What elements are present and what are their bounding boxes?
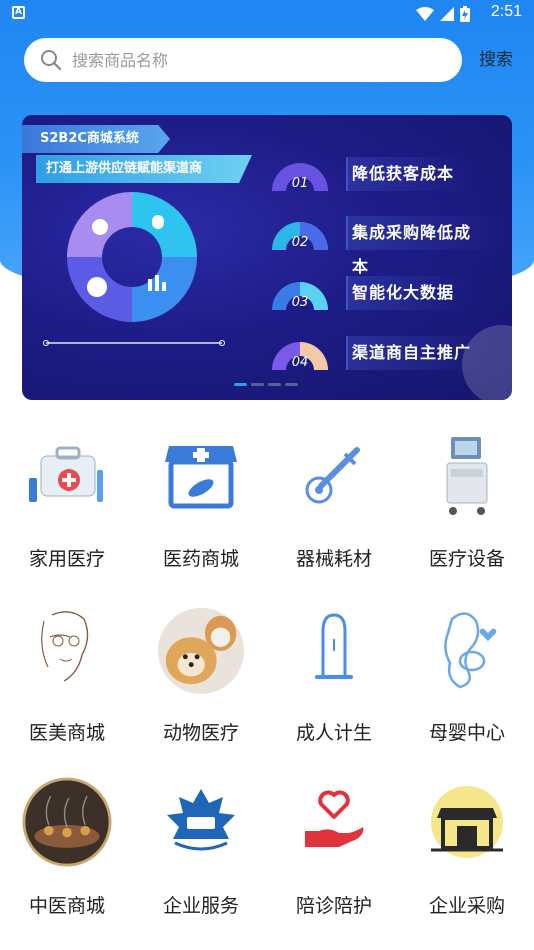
beauty-face-icon bbox=[22, 604, 112, 694]
category-adult-family-planning[interactable]: 成人计生 bbox=[267, 604, 401, 754]
hand-heart-icon bbox=[289, 777, 379, 867]
category-label: 企业服务 bbox=[162, 895, 239, 917]
category-animal-medical[interactable]: 动物医疗 bbox=[134, 604, 268, 754]
category-label: 陪诊陪护 bbox=[295, 895, 372, 917]
category-label: 动物医疗 bbox=[162, 722, 239, 744]
gauge-icon: 04 bbox=[272, 342, 328, 370]
category-enterprise-purchase[interactable]: 企业采购 bbox=[400, 777, 534, 927]
category-tcm-mall[interactable]: 中医商城 bbox=[0, 777, 134, 927]
svg-text:02: 02 bbox=[292, 235, 309, 250]
category-home-medical[interactable]: 家用医疗 bbox=[0, 430, 134, 580]
category-enterprise-service[interactable]: 企业服务 bbox=[134, 777, 268, 927]
pets-icon bbox=[156, 604, 246, 694]
category-label: 中医商城 bbox=[28, 895, 105, 917]
banner-item-3: 03 智能化大数据 bbox=[262, 274, 502, 314]
category-escort-care[interactable]: 陪诊陪护 bbox=[267, 777, 401, 927]
banner-ring-chart-icon bbox=[67, 192, 197, 322]
dropper-icon bbox=[289, 430, 379, 520]
category-label: 医药商城 bbox=[162, 548, 239, 570]
condom-icon bbox=[289, 604, 379, 694]
banner-item-label: 智能化大数据 bbox=[346, 276, 471, 310]
banner-item-2: 02 集成采购降低成本 bbox=[262, 214, 502, 276]
wifi-icon bbox=[416, 7, 434, 21]
category-label: 医美商城 bbox=[28, 722, 105, 744]
search-box[interactable] bbox=[24, 38, 462, 82]
svg-text:04: 04 bbox=[292, 355, 309, 370]
category-label: 母婴中心 bbox=[428, 722, 505, 744]
mother-baby-icon bbox=[422, 604, 512, 694]
search-row: 搜索 bbox=[24, 38, 524, 82]
status-icons bbox=[416, 6, 470, 22]
gauge-icon: 01 bbox=[272, 163, 328, 191]
banner-tag-title: S2B2C商城系统 bbox=[22, 125, 170, 153]
svg-text:01: 01 bbox=[292, 176, 309, 191]
pagination-dot[interactable] bbox=[268, 383, 281, 386]
category-mother-baby[interactable]: 母婴中心 bbox=[400, 604, 534, 754]
pagination-dot[interactable] bbox=[285, 383, 298, 386]
signal-icon bbox=[440, 7, 454, 21]
medical-kit-icon bbox=[22, 430, 112, 520]
category-medical-equipment[interactable]: 医疗设备 bbox=[400, 430, 534, 580]
category-label: 成人计生 bbox=[295, 722, 372, 744]
moxibustion-icon bbox=[22, 777, 112, 867]
category-label: 医疗设备 bbox=[428, 548, 505, 570]
banner-pagination[interactable] bbox=[234, 383, 298, 386]
storefront-icon bbox=[422, 777, 512, 867]
enterprise-maple-icon bbox=[156, 777, 246, 867]
category-label: 企业采购 bbox=[428, 895, 505, 917]
banner-item-label: 集成采购降低成本 bbox=[346, 216, 502, 276]
battery-icon bbox=[460, 6, 470, 22]
gauge-icon: 03 bbox=[272, 282, 328, 310]
promo-banner[interactable]: S2B2C商城系统 打通上游供应链赋能渠道商 01 降低获客成本 02 集成采购… bbox=[22, 115, 512, 400]
search-icon bbox=[41, 50, 62, 71]
category-aesthetic-mall[interactable]: 医美商城 bbox=[0, 604, 134, 754]
search-input[interactable] bbox=[72, 50, 412, 70]
status-bar: A 2:51 bbox=[0, 0, 534, 28]
status-time: 2:51 bbox=[490, 3, 522, 20]
search-button[interactable]: 搜索 bbox=[479, 38, 513, 82]
category-label: 家用医疗 bbox=[28, 548, 105, 570]
medical-equipment-icon bbox=[422, 430, 512, 520]
banner-divider-line bbox=[43, 340, 225, 346]
gauge-icon: 02 bbox=[272, 222, 328, 250]
pagination-dot[interactable] bbox=[251, 383, 264, 386]
pharmacy-store-icon bbox=[156, 430, 246, 520]
svg-text:03: 03 bbox=[292, 295, 309, 310]
banner-tag-subtitle: 打通上游供应链赋能渠道商 bbox=[36, 155, 252, 183]
banner-item-label: 降低获客成本 bbox=[346, 157, 471, 191]
category-pharmacy-mall[interactable]: 医药商城 bbox=[134, 430, 268, 580]
notification-icon: A bbox=[12, 6, 25, 19]
banner-item-1: 01 降低获客成本 bbox=[262, 155, 502, 195]
pagination-dot[interactable] bbox=[234, 383, 247, 386]
category-label: 器械耗材 bbox=[295, 548, 372, 570]
category-instruments[interactable]: 器械耗材 bbox=[267, 430, 401, 580]
